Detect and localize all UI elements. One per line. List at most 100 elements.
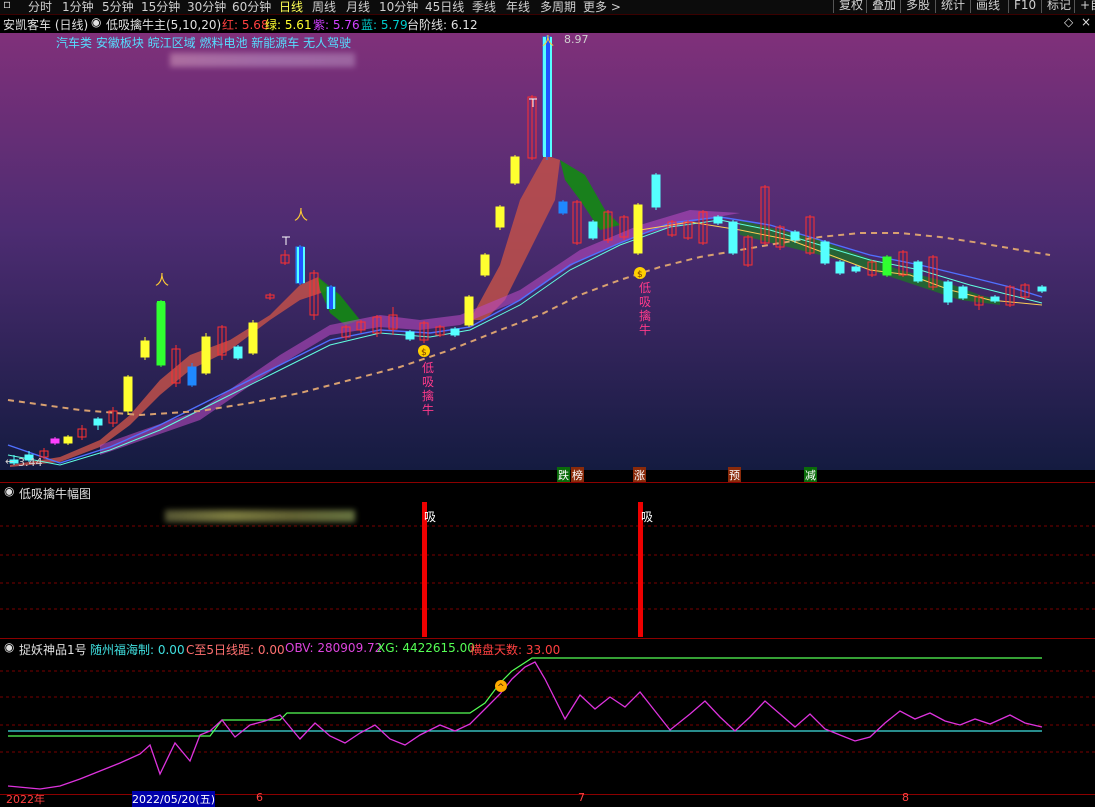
period-toolbar: ▫ 分时 1分钟 5分钟 15分钟 30分钟 60分钟 日线 周线 月线 10分… — [0, 0, 1095, 15]
mark-button[interactable]: 标记 — [1041, 0, 1076, 13]
candle-body — [820, 241, 830, 264]
signal-reduce: 减 — [804, 467, 817, 483]
signal-fall: 跌 — [557, 467, 570, 483]
candle-body — [50, 438, 60, 444]
signal-rank: 榜 — [571, 467, 584, 483]
multi-stock-button[interactable]: 多股 — [900, 0, 935, 13]
tab-monthly[interactable]: 月线 — [346, 0, 370, 15]
candle-body — [248, 322, 258, 354]
candle-body — [958, 286, 968, 299]
main-kline-panel[interactable]: 人人人 $ $ 安凯客车 (日线) ◉ 低吸擒牛主(5,10,20) 红: 5.68… — [0, 15, 1095, 483]
indicator-gear-icon[interactable]: ◉ — [91, 15, 101, 29]
candle-body — [157, 301, 165, 365]
candle-body — [633, 204, 643, 254]
tab-5min[interactable]: 5分钟 — [102, 0, 134, 15]
kline-chart[interactable]: 人人人$$ — [0, 15, 1095, 482]
absorb-bar-panel[interactable]: ◉ 低吸擒牛幅图 吸 吸 — [0, 483, 1095, 638]
blurred-text — [170, 53, 355, 67]
draw-line-button[interactable]: 画线 — [970, 0, 1005, 13]
step-line-value: 台阶线: 6.12 — [407, 18, 478, 32]
tab-weekly[interactable]: 周线 — [312, 0, 336, 15]
metric-obv: OBV: 280909.72 — [285, 641, 383, 655]
candle-body — [728, 221, 738, 254]
candle-body — [187, 366, 197, 386]
month-6: 6 — [256, 791, 263, 804]
candle-body — [943, 281, 953, 303]
panel2-gear-icon[interactable]: ◉ — [4, 484, 14, 498]
absorb-bar-chart[interactable] — [0, 483, 1095, 638]
indicator-name[interactable]: 低吸擒牛主(5,10,20) — [106, 16, 221, 33]
candle-body — [882, 256, 892, 276]
stock-title[interactable]: 安凯客车 (日线) — [3, 16, 88, 33]
f10-button[interactable]: F10 — [1008, 0, 1041, 13]
absorb-label-1: 吸 — [424, 510, 437, 524]
buy-signal-text-2: 低吸擒牛 — [639, 281, 652, 337]
tab-fenshi[interactable]: 分时 — [28, 0, 52, 15]
candle-body — [450, 328, 460, 336]
custom-button[interactable]: +自 — [1074, 0, 1095, 13]
high-price-label: 8.97 — [564, 33, 589, 46]
red-value: 红: 5.68 — [222, 18, 269, 32]
panel2-title[interactable]: 低吸擒牛幅图 — [19, 485, 91, 502]
candle-body — [713, 216, 723, 224]
candle-body — [913, 261, 923, 282]
green-value: 绿: 5.61 — [265, 18, 312, 32]
panel3-title[interactable]: 捉妖神品1号 — [19, 641, 87, 658]
tab-30min[interactable]: 30分钟 — [187, 0, 226, 15]
candle-body — [93, 418, 103, 426]
tab-60min[interactable]: 60分钟 — [232, 0, 271, 15]
tab-45day[interactable]: 45日线 — [425, 0, 464, 15]
tab-quarter[interactable]: 季线 — [472, 0, 496, 15]
buy-signal-text-1: 低吸擒牛 — [422, 361, 435, 417]
metric-c-to-ma5: C至5日线距: 0.00 — [186, 643, 285, 657]
signal-forecast: 预 — [728, 467, 741, 483]
candle-body — [558, 201, 568, 214]
candle-body — [851, 266, 861, 272]
tab-multi-period[interactable]: 多周期 — [540, 0, 576, 15]
person-icon: 人 — [542, 34, 554, 48]
tab-1min[interactable]: 1分钟 — [62, 0, 94, 15]
demon-indicator-panel[interactable]: ^ ◉ 捉妖神品1号 随州福海制: 0.00 C至5日线距: 0.00 OBV:… — [0, 639, 1095, 794]
absorb-label-2: 吸 — [641, 510, 654, 524]
month-8: 8 — [902, 791, 909, 804]
tab-daily[interactable]: 日线 — [279, 0, 303, 15]
signal-rise: 涨 — [633, 467, 646, 483]
candle-body — [790, 231, 800, 241]
year-label: 2022年 — [6, 793, 45, 806]
tab-15min[interactable]: 15分钟 — [141, 0, 180, 15]
candle-body — [201, 336, 211, 374]
svg-text:^: ^ — [497, 683, 505, 693]
square-icon[interactable]: ▫ — [3, 0, 11, 11]
low-arrow-icon: ← — [5, 455, 15, 468]
money-bag-icon: $ — [421, 348, 427, 358]
blue-value: 蓝: 5.79 — [361, 18, 408, 32]
tab-10min[interactable]: 10分钟 — [379, 0, 418, 15]
candle-body — [510, 156, 520, 184]
tab-year[interactable]: 年线 — [506, 0, 530, 15]
demon-indicator-chart[interactable]: ^ — [0, 639, 1095, 794]
candle-body — [546, 37, 550, 157]
overlay-button[interactable]: 叠加 — [866, 0, 901, 13]
diamond-icon[interactable]: ◇ — [1064, 15, 1073, 29]
candle-body — [63, 436, 73, 444]
close-icon[interactable]: × — [1081, 15, 1091, 29]
panel3-gear-icon[interactable]: ◉ — [4, 640, 14, 654]
candle-body — [233, 346, 243, 359]
money-bag-icon: $ — [637, 270, 643, 280]
candle-body — [1037, 286, 1047, 292]
tab-more[interactable]: 更多 > — [583, 0, 621, 15]
candle-body — [990, 296, 1000, 302]
person-icon: 人 — [294, 208, 308, 224]
month-7: 7 — [578, 791, 585, 804]
blurred-text-2 — [165, 510, 355, 522]
stats-button[interactable]: 统计 — [935, 0, 970, 13]
candle-body — [329, 287, 333, 309]
candle-body — [651, 174, 661, 208]
candle-body — [299, 247, 303, 283]
candle-body — [480, 254, 490, 276]
fuquan-button[interactable]: 复权 — [833, 0, 868, 13]
candle-body — [405, 331, 415, 340]
candle-body — [123, 376, 133, 412]
candle-body — [140, 340, 150, 358]
person-icon: 人 — [155, 273, 169, 289]
